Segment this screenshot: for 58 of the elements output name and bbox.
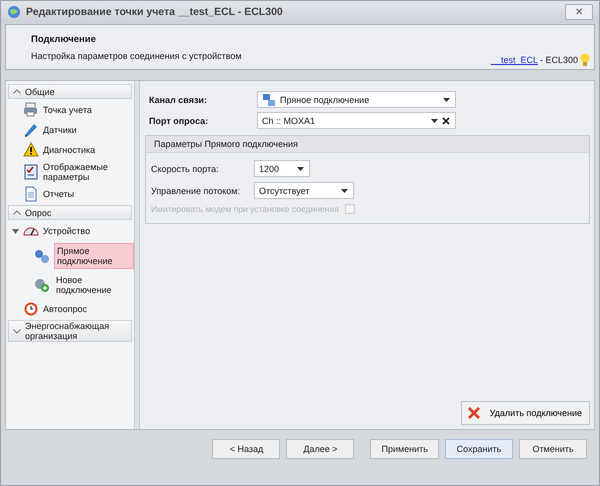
delete-connection-button[interactable]: Удалить подключение xyxy=(460,401,590,425)
dropdown-arrow-icon xyxy=(431,118,438,122)
section-title: Энергоснабжающая организация xyxy=(25,321,110,341)
section-title: Общие xyxy=(25,86,55,96)
dropdown-arrow-icon xyxy=(297,166,304,170)
window-title: Редактирование точки учета __test_ECL - ECL300 xyxy=(26,6,284,18)
sidebar-item[interactable]: Диагностика xyxy=(43,145,96,155)
dialog-button[interactable]: Применить xyxy=(370,439,439,459)
header-subtitle: Настройка параметров соединения с устройством xyxy=(31,51,242,61)
dialog-button[interactable]: Отменить xyxy=(519,439,587,459)
dropdown-field[interactable]: Пряное подключение xyxy=(257,91,456,108)
device-link[interactable]: __test_ECL xyxy=(490,55,538,65)
sidebar-item[interactable]: Устройство xyxy=(43,226,90,236)
section-header[interactable]: Энергоснабжающая организация xyxy=(8,320,132,342)
section-title: Опрос xyxy=(25,208,52,218)
dropdown-field[interactable]: Отсутствует xyxy=(254,182,354,199)
dialog-button[interactable]: Сохранить xyxy=(445,439,513,459)
warning-icon xyxy=(23,142,39,158)
field-label: Канал связи: xyxy=(149,94,208,104)
field-label: Управление потоком: xyxy=(151,186,241,196)
network-add-icon xyxy=(34,277,50,293)
field-label: Скорость порта: xyxy=(151,164,220,174)
sidebar-item[interactable]: Отображаемые параметры xyxy=(43,162,129,182)
chevron-down-icon xyxy=(13,328,21,334)
sidebar-item[interactable]: Точка учета xyxy=(43,105,92,115)
sidebar-item[interactable]: Автоопрос xyxy=(43,304,88,314)
lightbulb-icon xyxy=(580,53,590,67)
alarm-clock-icon xyxy=(23,301,39,317)
dropdown-arrow-icon xyxy=(443,98,450,102)
section-header[interactable]: Опрос xyxy=(8,205,132,220)
dropdown-field[interactable]: Ch :: MOXA1 xyxy=(257,112,456,129)
sidebar-item[interactable]: Прямое подключение xyxy=(54,243,134,269)
pen-icon xyxy=(23,122,39,138)
sidebar-item[interactable]: Датчики xyxy=(43,125,77,135)
clear-icon xyxy=(442,116,450,124)
header-title: Подключение xyxy=(31,34,97,45)
field-label: Порт опроса: xyxy=(149,116,210,126)
close-button[interactable]: ✕ xyxy=(565,4,593,20)
delete-icon xyxy=(466,405,482,421)
network-icon xyxy=(34,248,50,264)
checklist-icon xyxy=(23,164,39,180)
section-header[interactable]: Общие xyxy=(8,84,132,99)
splitter-handle[interactable] xyxy=(135,81,140,429)
dialog-button[interactable]: < Назад xyxy=(212,439,280,459)
sidebar-item[interactable]: Отчеты xyxy=(43,189,74,199)
globe-icon xyxy=(7,5,21,19)
document-icon xyxy=(23,186,39,202)
chevron-up-icon xyxy=(13,89,21,94)
network-icon xyxy=(262,92,276,106)
sidebar-item[interactable]: Новое подключение xyxy=(54,273,134,297)
printer-icon xyxy=(23,102,39,118)
chevron-up-icon xyxy=(13,210,21,215)
group-title: Параметры Прямого подключения xyxy=(146,136,589,153)
checkbox-label: Имитировать модем при установке соединения xyxy=(151,204,339,214)
device-model: - ECL300 xyxy=(540,55,578,65)
dialog-button[interactable]: Далее > xyxy=(286,439,354,459)
dropdown-arrow-icon xyxy=(341,188,348,192)
dropdown-field[interactable]: 1200 xyxy=(254,160,310,177)
